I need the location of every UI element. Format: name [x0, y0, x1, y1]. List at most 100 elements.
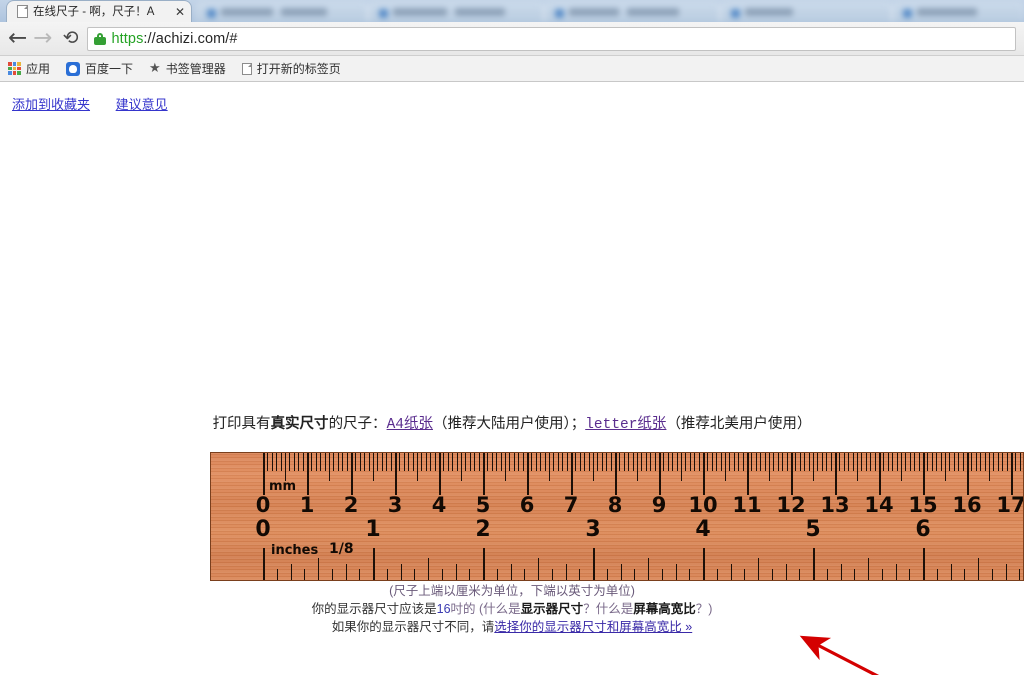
- ruler-tick: [377, 453, 378, 471]
- ruler-tick: [399, 453, 400, 471]
- ruler-tick: [538, 558, 539, 581]
- ruler-tick: [408, 453, 409, 471]
- close-icon[interactable]: ✕: [175, 7, 185, 17]
- ruler-tick: [897, 453, 898, 471]
- background-tab[interactable]: [544, 2, 720, 22]
- ruler-tick: [607, 569, 608, 581]
- feedback-link[interactable]: 建议意见: [116, 97, 168, 112]
- ruler-tick: [421, 453, 422, 471]
- ruler-tick: [558, 453, 559, 471]
- ruler-tick: [360, 453, 361, 471]
- ruler-tick: [813, 548, 815, 581]
- note-a: 你的显示器尺寸应该是: [312, 602, 437, 616]
- ruler-tick: [549, 453, 550, 481]
- url-scheme: https: [111, 31, 143, 47]
- calibrate-link[interactable]: 选择你的显示器尺寸和屏幕高宽比 »: [494, 620, 692, 634]
- ruler-tick: [593, 548, 595, 581]
- ruler-tick: [985, 453, 986, 471]
- ruler-tick: [650, 453, 651, 471]
- ruler-inch-label: 1: [365, 517, 380, 542]
- note-c: ？什么是: [583, 602, 633, 616]
- top-links: 添加到收藏夹 建议意见: [0, 82, 1024, 113]
- back-icon[interactable]: ←: [8, 27, 27, 50]
- ruler-cm-label: 9: [652, 493, 667, 517]
- ruler-tick: [786, 564, 787, 581]
- bookmark-apps[interactable]: 应用: [8, 60, 50, 77]
- ruler-tick: [703, 548, 705, 581]
- ruler-tick: [1011, 453, 1013, 495]
- active-tab[interactable]: 在线尺子 - 啊，尺子！A ✕: [6, 0, 192, 22]
- ruler-tick: [758, 558, 759, 581]
- ruler-cm-label: 10: [688, 493, 717, 517]
- ruler-tick: [817, 453, 818, 471]
- ruler-tick: [712, 453, 713, 471]
- ruler-tick: [964, 569, 965, 581]
- ruler-tick: [346, 564, 347, 581]
- bookmark-new-tab[interactable]: 打开新的标签页: [242, 60, 341, 77]
- ruler-tick: [672, 453, 673, 471]
- ruler-tick: [518, 453, 519, 471]
- ruler-tick: [487, 453, 488, 471]
- ruler-tick: [448, 453, 449, 471]
- bookmarks-bar: 应用 百度一下 ★ 书签管理器 打开新的标签页: [0, 56, 1024, 82]
- navigation-toolbar: ← → ⟳ https://achizi.com/#: [0, 22, 1024, 56]
- ruler-tick: [624, 453, 625, 471]
- ruler-tick: [435, 453, 436, 471]
- ruler-tick: [725, 453, 726, 481]
- note-e: 如果你的显示器尺寸不同，请: [332, 620, 495, 634]
- baidu-icon: [66, 62, 80, 76]
- bookmark-baidu[interactable]: 百度一下: [66, 60, 133, 77]
- ruler-tick: [318, 558, 319, 581]
- ruler-tick: [646, 453, 647, 471]
- ruler-tick: [430, 453, 431, 471]
- monitor-size-value: 16: [437, 602, 451, 616]
- ruler-tick: [469, 569, 470, 581]
- print-middle: 的尺子：: [329, 416, 387, 432]
- ruler-inch-label: 6: [915, 517, 930, 542]
- ruler-tick: [909, 569, 910, 581]
- ruler-tick: [854, 569, 855, 581]
- forward-icon[interactable]: →: [33, 27, 52, 50]
- ruler-tick: [747, 453, 749, 495]
- ruler-tick: [734, 453, 735, 471]
- ruler-tick: [428, 558, 429, 581]
- ruler-tick: [989, 453, 990, 481]
- tab-favicon: [555, 9, 564, 18]
- ruler-tick: [882, 569, 883, 581]
- ruler-tick: [835, 453, 837, 495]
- ruler-tick: [668, 453, 669, 471]
- ruler-tick: [465, 453, 466, 471]
- background-tab[interactable]: [892, 2, 1024, 22]
- add-to-favorites-link[interactable]: 添加到收藏夹: [12, 97, 90, 112]
- unit-note: (尺子上端以厘米为单位，下端以英寸为单位): [0, 582, 1024, 600]
- ruler-tick: [289, 453, 290, 471]
- ruler-tick: [870, 453, 871, 471]
- ruler-tick: [298, 453, 299, 471]
- ruler-tick: [373, 548, 375, 581]
- url-rest: ://achizi.com/#: [143, 31, 237, 47]
- ruler-tick: [597, 453, 598, 471]
- ruler-tick: [804, 453, 805, 471]
- ruler-tick: [304, 569, 305, 581]
- calibrate-note: 如果你的显示器尺寸不同，请选择你的显示器尺寸和屏幕高宽比 »: [0, 618, 1024, 636]
- ruler-inch-label: 2: [475, 517, 490, 542]
- background-tab[interactable]: [368, 2, 544, 22]
- tab-title-placeholder: [627, 8, 679, 16]
- letter-paper-link[interactable]: letter纸张: [585, 417, 666, 433]
- ruler-cm-label: 5: [476, 493, 491, 517]
- background-tab[interactable]: [196, 2, 368, 22]
- ruler-tick: [277, 569, 278, 581]
- ruler-cm-label: 17: [996, 493, 1024, 517]
- ruler-tick: [545, 453, 546, 471]
- ruler-notes: (尺子上端以厘米为单位，下端以英寸为单位) 你的显示器尺寸应该是16吋的 (什么…: [0, 582, 1024, 636]
- tab-title-placeholder: [745, 8, 793, 16]
- page-icon: [17, 5, 28, 18]
- bookmark-manager[interactable]: ★ 书签管理器: [149, 60, 226, 77]
- ruler-tick: [311, 453, 312, 471]
- a4-paper-link[interactable]: A4纸张: [387, 417, 433, 433]
- background-tab[interactable]: [720, 2, 892, 22]
- reload-icon[interactable]: ⟳: [63, 29, 79, 48]
- ruler-tick: [294, 453, 295, 471]
- address-bar[interactable]: https://achizi.com/#: [87, 27, 1016, 51]
- ruler-tick: [923, 453, 925, 495]
